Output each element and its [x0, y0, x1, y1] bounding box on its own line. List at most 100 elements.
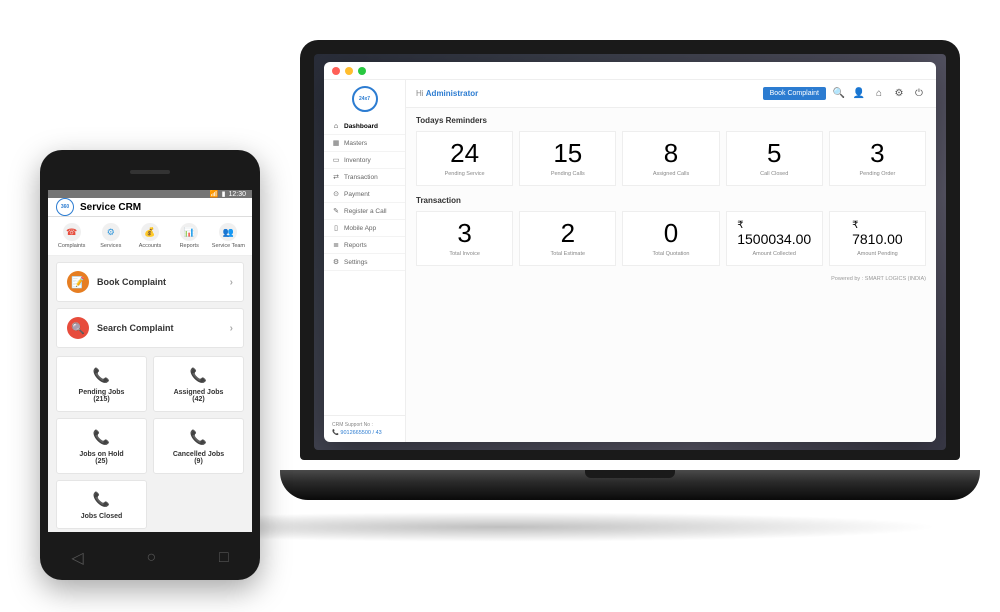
menu-label: Complaints [58, 243, 86, 249]
support-info: CRM Support No : 📞 9012665500 / 43 [324, 415, 405, 442]
stat-label: Total Quotation [653, 251, 690, 257]
mobile-tile-pending-jobs[interactable]: 📞Pending Jobs(215) [56, 356, 147, 412]
mobile-action-search-complaint[interactable]: 🔍Search Complaint› [56, 308, 244, 348]
nav-recent-button[interactable]: □ [219, 549, 229, 567]
sidebar-item-mobile-app[interactable]: ▯Mobile App [324, 220, 405, 237]
sidebar-item-label: Dashboard [344, 123, 378, 130]
menu-icon: 📊 [180, 223, 198, 241]
stat-value: 5 [767, 140, 781, 166]
phone-speaker [130, 170, 170, 174]
stat-label: Total Invoice [449, 251, 480, 257]
power-icon[interactable]: ⏻ [912, 87, 926, 101]
mobile-action-book-complaint[interactable]: 📝Book Complaint› [56, 262, 244, 302]
laptop-base [280, 470, 980, 500]
stat-value: 0 [664, 220, 678, 246]
transaction-card[interactable]: 3 Total Invoice [416, 211, 513, 266]
tile-icon: 📞 [189, 427, 209, 447]
sidebar-item-dashboard[interactable]: ⌂Dashboard [324, 118, 405, 135]
support-label: CRM Support No : [332, 422, 397, 428]
mobile-tile-assigned-jobs[interactable]: 📞Assigned Jobs(42) [153, 356, 244, 412]
reminders-row: 24 Pending Service 15Pending Calls8Assigne… [416, 131, 926, 186]
tile-icon: 📞 [92, 365, 112, 385]
mobile-menu-reports[interactable]: 📊 Reports [170, 223, 209, 249]
sidebar-item-label: Payment [344, 191, 370, 198]
transaction-card[interactable]: 0 Total Quotation [622, 211, 719, 266]
sidebar-item-masters[interactable]: ▦Masters [324, 135, 405, 152]
sidebar-item-inventory[interactable]: ▭ Inventory [324, 152, 405, 169]
menu-label: Services [100, 243, 121, 249]
window-close-button[interactable] [332, 67, 340, 75]
action-icon: 📝 [67, 271, 89, 293]
stat-value: 15 [553, 140, 582, 166]
search-icon[interactable]: 🔍 [832, 87, 846, 101]
phone-screen: 📶 ▮ 12:30 360 Service CRM ☎Complaints ⚙ Se… [48, 190, 252, 532]
reminder-card[interactable]: 5Call Closed [726, 131, 823, 186]
transaction-card[interactable]: ₹1500034.00Amount Collected [726, 211, 823, 266]
mobile-logo: 360 [56, 198, 74, 216]
status-bar: 📶 ▮ 12:30 [48, 190, 252, 198]
mobile-menu-services[interactable]: ⚙ Services [91, 223, 130, 249]
reminder-card[interactable]: 15Pending Calls [519, 131, 616, 186]
menu-label: Accounts [139, 243, 162, 249]
sidebar-item-transaction[interactable]: ⇄Transaction [324, 169, 405, 186]
app-sidebar: 24x7 ⌂Dashboard▦Masters▭Inventory⇄Transa… [324, 80, 406, 442]
app-main: Hi Administrator Book Complaint 🔍 👤 ⌂ ⚙ … [406, 80, 936, 442]
sidebar-item-register-a-call[interactable]: ✎Register a Call [324, 203, 405, 220]
menu-icon: ⚙ [102, 223, 120, 241]
mobile-menu-service-team[interactable]: 👥Service Team [209, 223, 248, 249]
sidebar-item-label: Reports [344, 242, 367, 249]
mobile-app-header: 360 Service CRM [48, 198, 252, 217]
laptop-notch [585, 470, 675, 478]
tile-count: (215) [93, 396, 109, 403]
action-icon: 🔍 [67, 317, 89, 339]
mobile-tile-jobs-closed[interactable]: 📞Jobs Closed [56, 480, 147, 529]
transaction-card[interactable]: ₹7810.00Amount Pending [829, 211, 926, 266]
mobile-tile-jobs-on-hold[interactable]: 📞Jobs on Hold(25) [56, 418, 147, 474]
nav-home-button[interactable]: ○ [146, 549, 156, 567]
footer-text: Powered by : SMART LOGICS (INDIA) [416, 276, 926, 282]
rupee-icon: ₹ [852, 221, 903, 231]
status-time: 12:30 [228, 191, 246, 198]
sidebar-item-label: Masters [344, 140, 367, 147]
tile-count: (42) [192, 396, 204, 403]
support-number: 📞 9012665500 / 43 [332, 430, 397, 436]
stat-label: Assigned Calls [653, 171, 689, 177]
wifi-icon: 📶 [210, 190, 219, 198]
sidebar-item-label: Inventory [344, 157, 371, 164]
window-minimize-button[interactable] [345, 67, 353, 75]
menu-label: Reports [180, 243, 199, 249]
sidebar-item-reports[interactable]: ≣ Reports [324, 237, 405, 254]
tile-label: Cancelled Jobs [173, 451, 224, 458]
menu-icon: 💰 [141, 223, 159, 241]
laptop-display: 24x7 ⌂Dashboard▦Masters▭Inventory⇄Transa… [314, 54, 946, 450]
reminder-card[interactable]: 24 Pending Service [416, 131, 513, 186]
sidebar-item-settings[interactable]: ⚙Settings [324, 254, 405, 271]
stat-label: Pending Service [445, 171, 485, 177]
mobile-menu-complaints[interactable]: ☎Complaints [52, 223, 91, 249]
sidebar-item-label: Transaction [344, 174, 378, 181]
chevron-right-icon: › [230, 323, 233, 334]
app-content: Todays Reminders 24Pending Service15Pend… [406, 108, 936, 442]
sidebar-item-payment[interactable]: ⊙Payment [324, 186, 405, 203]
tile-icon: 📞 [92, 489, 112, 509]
settings-icon[interactable]: ⚙ [892, 87, 906, 101]
user-icon[interactable]: 👤 [852, 87, 866, 101]
home-icon[interactable]: ⌂ [872, 87, 886, 101]
transaction-card[interactable]: 2Total Estimate [519, 211, 616, 266]
stat-value: 24 [450, 140, 479, 166]
mobile-tile-cancelled-jobs[interactable]: 📞Cancelled Jobs(9) [153, 418, 244, 474]
stat-value: 3 [457, 220, 471, 246]
reminder-card[interactable]: 3Pending Order [829, 131, 926, 186]
app-header: Hi Administrator Book Complaint 🔍 👤 ⌂ ⚙ … [406, 80, 936, 108]
mobile-menu-accounts[interactable]: 💰 Accounts [130, 223, 169, 249]
sidebar-icon: ≣ [332, 241, 340, 249]
stat-value: ₹1500034.00 [737, 221, 811, 246]
window-maximize-button[interactable] [358, 67, 366, 75]
reminder-card[interactable]: 8Assigned Calls [622, 131, 719, 186]
nav-back-button[interactable]: ◁ [71, 548, 83, 568]
transactions-row: 3 Total Invoice 2Total Estimate 0 Total Quot… [416, 211, 926, 266]
stat-label: Amount Pending [857, 251, 898, 257]
book-complaint-button[interactable]: Book Complaint [763, 87, 826, 100]
stat-label: Total Estimate [551, 251, 586, 257]
sidebar-icon: ▭ [332, 156, 340, 164]
